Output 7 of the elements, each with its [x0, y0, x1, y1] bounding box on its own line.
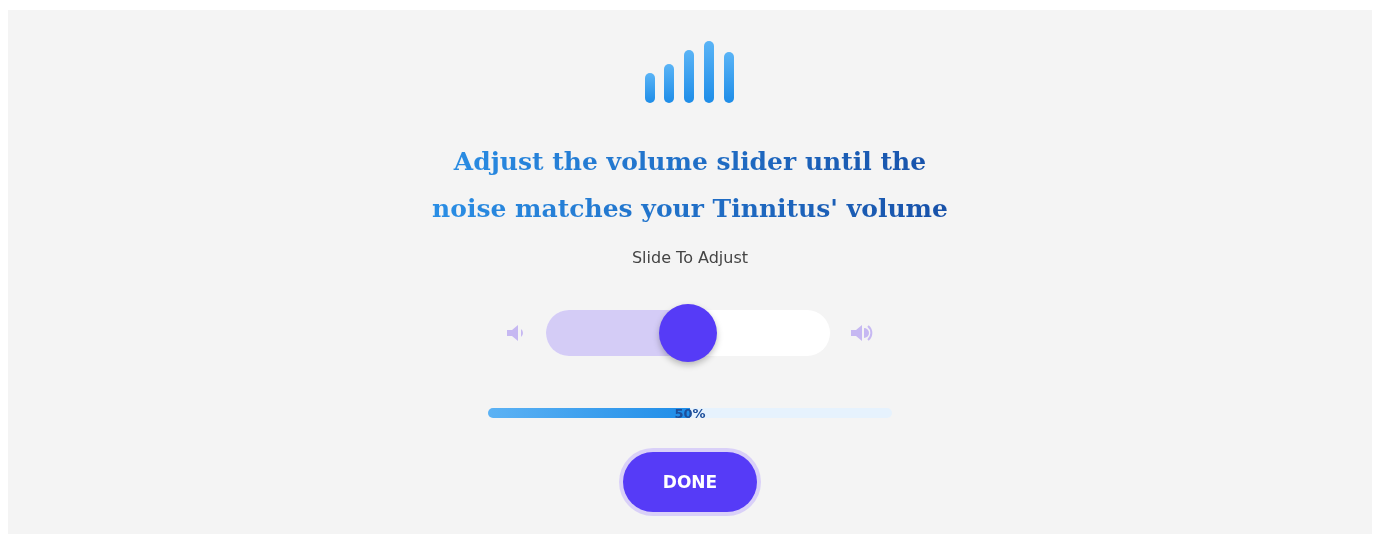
volume-slider[interactable] [546, 304, 830, 362]
instruction-text: Slide To Adjust [631, 248, 749, 267]
sound-bars-icon [644, 40, 736, 104]
progress-reading: 50% [674, 405, 706, 421]
speaker-loud-icon [850, 324, 874, 342]
speaker-icon [506, 324, 526, 342]
slider-thumb[interactable] [659, 304, 717, 362]
